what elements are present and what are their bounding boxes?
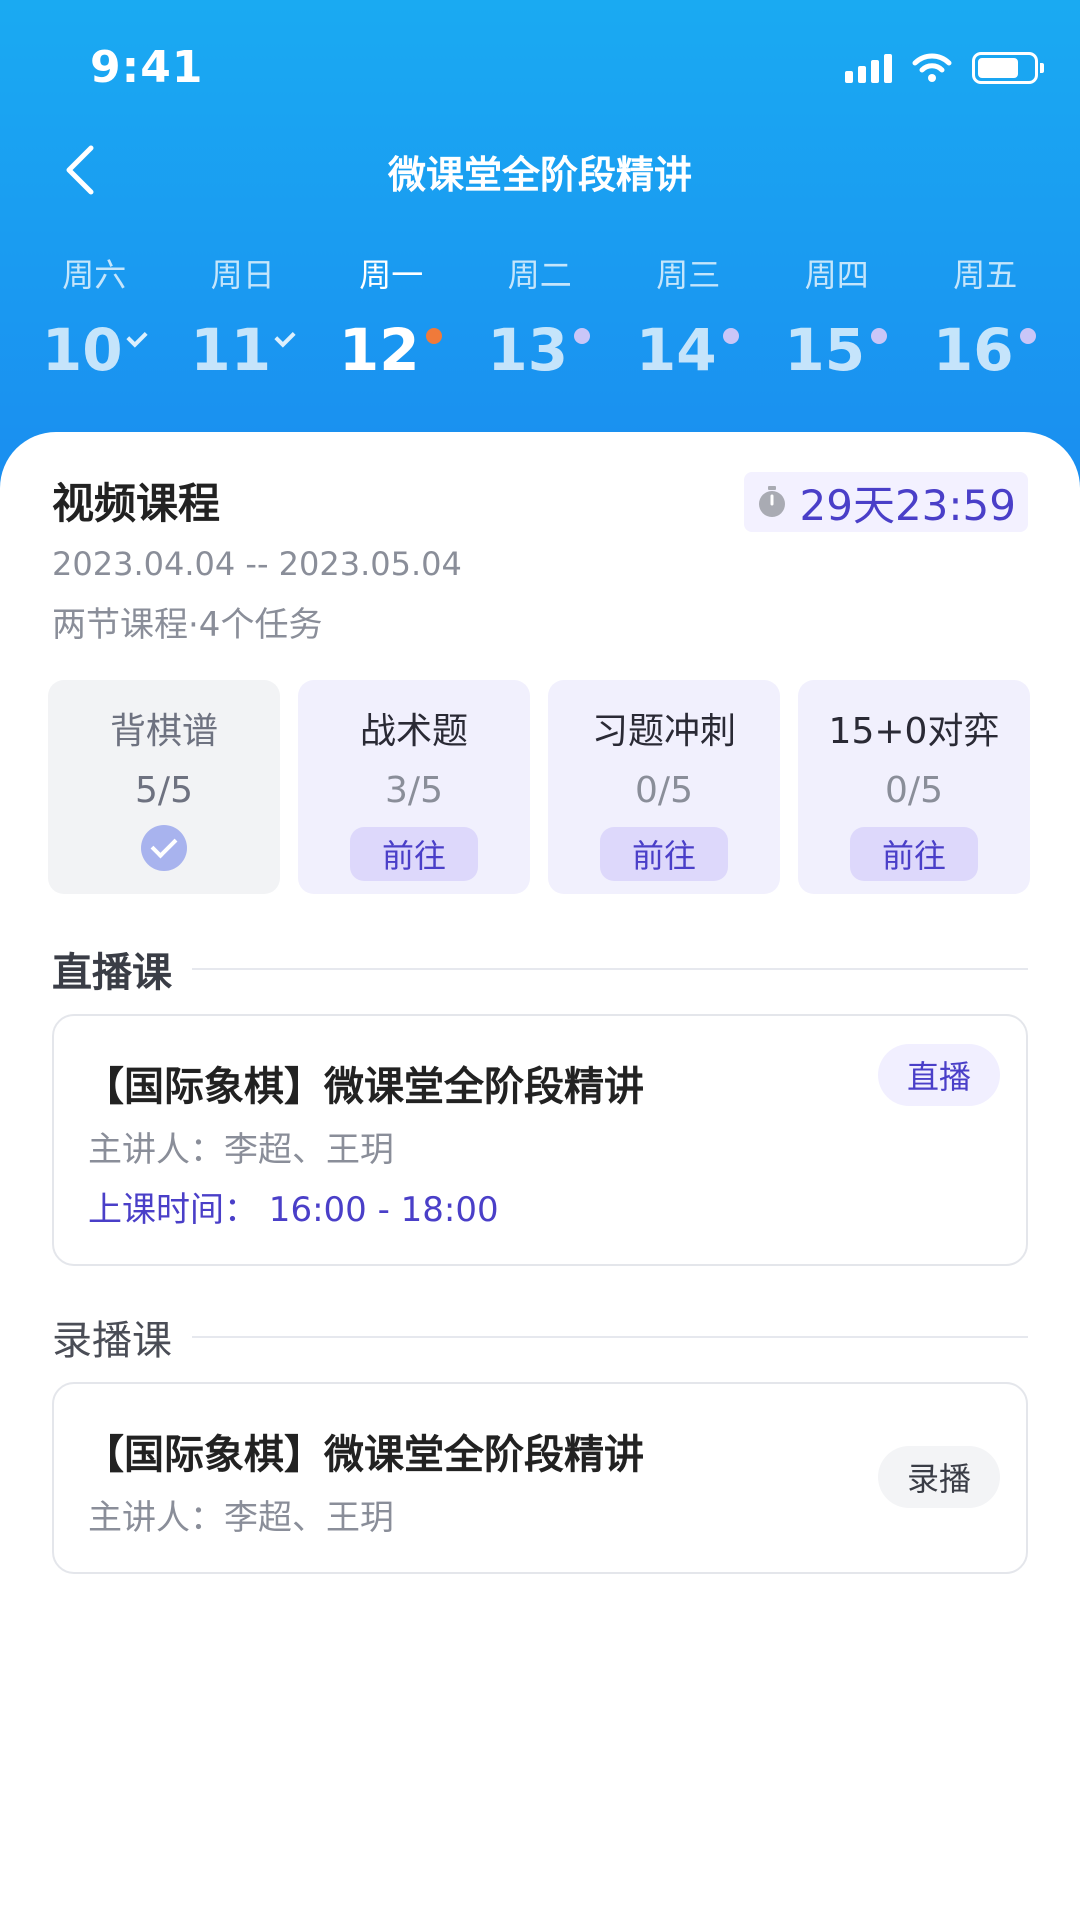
task-name: 背棋谱	[109, 711, 218, 752]
task-progress: 0/5	[635, 770, 693, 811]
task-list: 背棋谱 5/5 战术题 3/5 前往 习题冲刺 0/5 前往 15+0对弈 0/…	[48, 680, 1032, 894]
day-date: 13	[487, 316, 569, 384]
task-name: 习题冲刺	[591, 711, 736, 752]
live-course-title: 【国际象棋】微课堂全阶段精讲	[84, 1064, 644, 1110]
cellular-signal-icon	[845, 53, 892, 83]
check-icon	[127, 326, 147, 346]
video-course-dates: 2023.04.04 -- 2023.05.04	[52, 545, 462, 583]
battery-icon	[972, 52, 1044, 84]
task-progress: 3/5	[385, 770, 443, 811]
upcoming-dot-icon	[869, 326, 889, 346]
day-date: 10	[41, 316, 123, 384]
day-date: 15	[784, 316, 866, 384]
task-progress: 5/5	[135, 770, 193, 811]
day-item-0[interactable]: 周六 10	[20, 250, 169, 390]
status-bar: 9:41	[0, 0, 1080, 130]
day-name: 周三	[656, 256, 721, 294]
upcoming-dot-icon	[1018, 326, 1038, 346]
recorded-course-title: 【国际象棋】微课堂全阶段精讲	[84, 1432, 644, 1478]
status-time: 9:41	[90, 42, 204, 93]
task-go-button[interactable]: 前往	[850, 827, 978, 881]
stopwatch-icon	[758, 486, 785, 517]
video-course-section: 视频课程 2023.04.04 -- 2023.05.04 两节课程·4个任务 …	[52, 470, 1028, 646]
recorded-course-card[interactable]: 【国际象棋】微课堂全阶段精讲 主讲人：李超、王玥 录播	[52, 1382, 1028, 1574]
day-item-1[interactable]: 周日 11	[169, 250, 318, 390]
recorded-section-header: 录播课	[52, 1308, 1028, 1366]
recorded-course-teacher: 主讲人：李超、王玥	[88, 1498, 394, 1538]
day-name: 周五	[953, 256, 1018, 294]
live-section-header: 直播课	[52, 940, 1028, 998]
upcoming-dot-icon	[721, 326, 741, 346]
day-name: 周四	[804, 256, 869, 294]
day-name: 周二	[507, 256, 572, 294]
page-title: 微课堂全阶段精讲	[387, 153, 692, 197]
content-panel: 视频课程 2023.04.04 -- 2023.05.04 两节课程·4个任务 …	[0, 432, 1080, 1920]
live-course-time: 上课时间： 16:00 - 18:00	[88, 1190, 499, 1230]
live-section-title: 直播课	[52, 950, 172, 996]
day-date: 14	[635, 316, 717, 384]
countdown-text: 29天23:59	[799, 480, 1016, 530]
wifi-icon	[912, 53, 952, 82]
live-tag-button[interactable]: 直播	[878, 1044, 1000, 1106]
day-name: 周一	[359, 256, 424, 294]
task-card[interactable]: 15+0对弈 0/5 前往	[798, 680, 1030, 894]
section-divider	[192, 968, 1028, 970]
recorded-tag-button[interactable]: 录播	[878, 1446, 1000, 1508]
day-date: 11	[190, 316, 272, 384]
task-go-button[interactable]: 前往	[600, 827, 728, 881]
recorded-section-title: 录播课	[52, 1318, 172, 1364]
countdown-badge: 29天23:59	[743, 472, 1028, 532]
status-icons	[845, 52, 1044, 84]
task-progress: 0/5	[885, 770, 943, 811]
task-name: 15+0对弈	[828, 711, 1000, 752]
check-circle-icon	[141, 825, 187, 871]
live-course-card[interactable]: 【国际象棋】微课堂全阶段精讲 主讲人：李超、王玥 上课时间： 16:00 - 1…	[52, 1014, 1028, 1266]
day-item-3[interactable]: 周二 13	[466, 250, 615, 390]
week-selector: 周六 10 周日 11 周一 12 周二 13 周三 14 周四 15 周五 1…	[0, 250, 1080, 390]
upcoming-dot-icon	[572, 326, 592, 346]
screen: 9:41 微课堂全阶段精讲 周六 10 周日 11 周一 12 周二 13 周三…	[0, 0, 1080, 1920]
task-card-completed[interactable]: 背棋谱 5/5	[48, 680, 280, 894]
section-divider	[192, 1336, 1028, 1338]
check-icon	[275, 326, 295, 346]
day-item-6[interactable]: 周五 16	[911, 250, 1060, 390]
video-course-meta: 两节课程·4个任务	[52, 605, 323, 645]
day-item-4[interactable]: 周三 14	[614, 250, 763, 390]
nav-bar: 微课堂全阶段精讲	[0, 130, 1080, 210]
live-course-teacher: 主讲人：李超、王玥	[88, 1130, 394, 1170]
task-go-button[interactable]: 前往	[350, 827, 478, 881]
day-item-2-selected[interactable]: 周一 12	[317, 250, 466, 390]
task-card[interactable]: 习题冲刺 0/5 前往	[548, 680, 780, 894]
today-dot-icon	[424, 326, 444, 346]
task-name: 战术题	[359, 711, 468, 752]
day-name: 周六	[62, 256, 127, 294]
day-name: 周日	[210, 256, 275, 294]
day-date: 12	[338, 316, 420, 384]
day-date: 16	[932, 316, 1014, 384]
task-card[interactable]: 战术题 3/5 前往	[298, 680, 530, 894]
day-item-5[interactable]: 周四 15	[763, 250, 912, 390]
